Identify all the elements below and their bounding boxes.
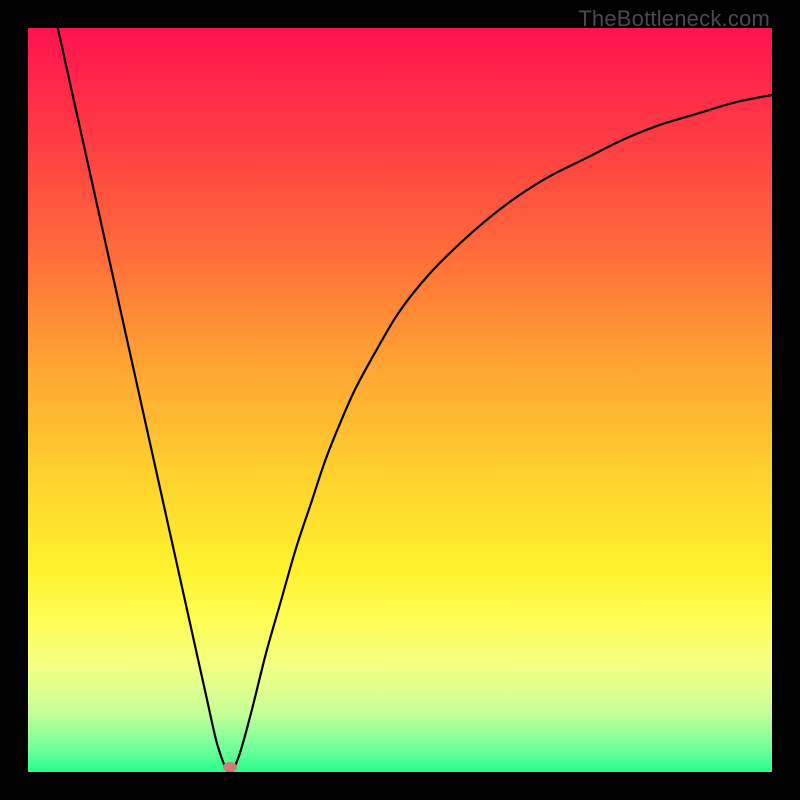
optimum-marker <box>223 762 237 772</box>
watermark-text: TheBottleneck.com <box>578 6 770 32</box>
bottleneck-curve <box>28 28 772 772</box>
chart-frame: TheBottleneck.com <box>0 0 800 800</box>
plot-area <box>28 28 772 772</box>
